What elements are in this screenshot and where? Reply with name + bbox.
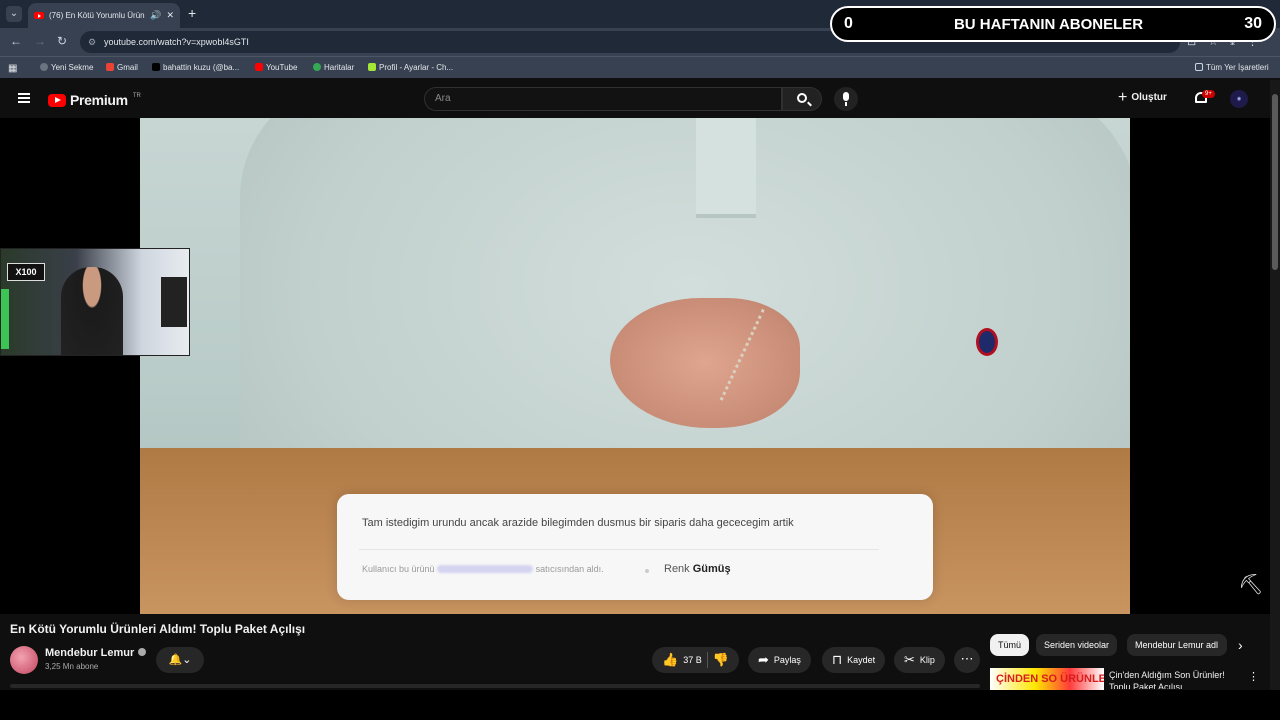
all-bookmarks-folder[interactable]: Tüm Yer İşaretleri [1195,63,1269,72]
share-button[interactable]: ➦ Paylaş [748,647,811,673]
create-label: Oluştur [1131,92,1167,103]
recommendation-title[interactable]: Çin'den Aldığım Son Ürünler! Toplu Paket… [1109,669,1239,689]
chip-series-videos[interactable]: Seriden videolar [1036,634,1118,656]
voice-search-mic-icon[interactable] [834,87,858,111]
tab-search-button[interactable]: ⌄ [6,6,22,22]
bookmark-gmail[interactable]: Gmail [106,63,138,72]
chip-all[interactable]: Tümü [990,634,1030,656]
share-label: Paylaş [773,655,801,665]
youtube-premium-logo[interactable]: Premium TR [48,92,141,108]
bookmark-new-tab[interactable]: Yeni Sekme [40,63,93,72]
corner-figure-icon: ⛏ [1238,574,1264,596]
scrollbar-thumb[interactable] [1272,94,1278,270]
share-icon: ➦ [758,652,769,667]
streamer-webcam: X100 [0,248,190,356]
youtube-icon [255,63,263,71]
verified-icon [138,648,147,656]
overlay-title: BU HAFTANIN ABONELER [953,15,1144,33]
like-icon[interactable]: 👍 [662,652,678,668]
plus-icon: + [1118,88,1128,106]
chevron-right-icon[interactable]: › [1238,637,1243,653]
bookmark-profile-settings[interactable]: Profil - Ayarlar - Ch... [368,63,453,72]
review-color: Renk Gümüş [664,563,731,575]
gmail-icon [106,63,114,71]
new-tab-button[interactable]: + [188,5,196,21]
dislike-icon[interactable]: 👎 [713,652,729,668]
profile-icon [368,63,376,71]
review-divider [359,549,879,550]
webcam-streamer [61,267,123,355]
site-info-icon[interactable]: ⚙ [88,31,96,53]
save-label: Kaydet [847,655,876,665]
save-button[interactable]: ⊓ Kaydet [822,647,886,673]
country-code: TR [132,93,141,99]
description-box-edge [10,684,980,688]
subscription-bell-button[interactable]: 🔔⌄ [156,647,204,673]
webcam-sign: X100 [7,263,45,281]
apps-grid-icon[interactable]: ▦ [8,63,17,74]
maps-pin-icon [313,63,321,71]
url-text: youtube.com/watch?v=xpwobl4sGTI [104,37,249,47]
video-hoodie-placket [696,118,756,218]
meta-separator-dot [645,569,649,573]
bookmark-youtube[interactable]: YouTube [255,63,297,72]
overlay-right-count: 30 [1244,15,1262,32]
brand-text: Premium [70,92,128,108]
speaker-icon[interactable]: 🔊 [150,10,161,21]
more-actions-icon[interactable]: ⋯ [954,647,980,673]
clip-button[interactable]: ✂ Klip [894,647,945,673]
globe-icon [40,63,48,71]
bookmarks-bar: ▦ Yeni Sekme Gmail bahattin kuzu (@ba...… [0,56,1280,78]
channel-avatar[interactable] [10,646,38,674]
menu-icon[interactable] [18,93,30,103]
review-text: Tam istedigim urundu ancak arazide bileg… [362,517,794,529]
like-dislike-group: 👍 37 B 👎 [652,647,739,673]
folder-icon [1195,63,1203,71]
bookmark-icon: ⊓ [832,652,843,667]
page-scrollbar[interactable] [1270,80,1280,690]
like-divider [706,652,708,668]
webcam-monitor [161,277,187,327]
recommendation-thumbnail[interactable]: ÇİNDEN SO ÜRÜNLER [990,668,1104,690]
weekly-subscribers-overlay: 0 BU HAFTANIN ABONELER 30 [830,6,1276,42]
notification-badge: 9+ [1202,90,1215,98]
webcam-green-light [1,289,9,349]
review-meta: Kullanıcı bu ürünü satıcısından aldı. [362,564,604,574]
search-input[interactable]: Ara [424,87,782,111]
scissors-icon: ✂ [904,652,915,667]
review-card: Tam istedigim urundu ancak arazide bileg… [337,494,933,600]
channel-name[interactable]: Mendebur Lemur [45,647,147,659]
subscriber-count: 3,25 Mn abone [45,662,99,671]
browser-tab-active[interactable]: (76) En Kötü Yorumlu Ürünl 🔊 ✕ [28,3,180,28]
search-button[interactable] [782,87,822,111]
reload-icon[interactable]: ↻ [57,34,67,48]
clip-label: Klip [919,655,935,665]
youtube-favicon-icon [34,12,44,19]
video-hoodie-logo [976,328,998,356]
video-title: En Kötü Yorumlu Ürünleri Aldım! Toplu Pa… [10,622,306,636]
like-count[interactable]: 37 B [683,655,702,665]
chip-channel[interactable]: Mendebur Lemur adl [1127,634,1227,656]
overlay-left-count: 0 [844,15,853,32]
bottom-bar [0,690,1280,720]
back-arrow-icon[interactable]: ← [10,34,22,48]
forward-arrow-icon[interactable]: → [34,34,46,48]
youtube-logo-icon [48,93,66,107]
bookmark-x-profile[interactable]: bahattin kuzu (@ba... [152,63,239,72]
account-avatar[interactable]: ◉ [1230,90,1248,108]
close-icon[interactable]: ✕ [166,10,174,21]
search-icon [797,93,807,103]
bookmark-maps[interactable]: Haritalar [313,63,354,72]
recommendation-more-icon[interactable]: ⋮ [1248,670,1259,683]
blurred-seller-name [437,565,534,573]
tab-title: (76) En Kötü Yorumlu Ürünl [49,11,146,20]
x-logo-icon [152,63,160,71]
create-button[interactable]: + Oluştur [1118,88,1167,106]
youtube-header: Premium TR Ara + Oluştur [0,80,1280,118]
